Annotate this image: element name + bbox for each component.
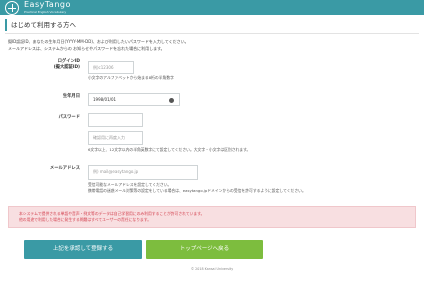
globe-logo-icon[interactable] — [5, 1, 19, 15]
login-id-label: ログインID (擬大認証ID) — [53, 59, 80, 70]
logo-subtitle: Practical English Vocabulary — [24, 10, 67, 14]
title-divider — [5, 33, 419, 34]
back-to-top-button[interactable]: トップページへ戻る — [146, 240, 263, 259]
footer-copyright: © 2018 Kansai University — [190, 267, 234, 271]
page-title: はじめて利用する方へ — [5, 19, 76, 31]
email-input[interactable]: 例) mail@easytango.jp — [88, 165, 198, 180]
birthdate-label: 生年月日 — [62, 94, 80, 99]
birthdate-input[interactable]: 1998/01/01 — [88, 93, 180, 106]
login-id-input[interactable]: 例)c12306 — [88, 61, 134, 74]
logo-text[interactable]: EasyTango — [24, 0, 71, 9]
calendar-icon[interactable] — [169, 98, 174, 103]
password-input[interactable] — [88, 113, 143, 127]
login-id-hint: 小文字のアルファベットから始まる8桁の半角数字 — [88, 75, 174, 80]
password-hint: 6文字以上、12文字以内の半角英数字にて設定してください。大文字・小文字は区別さ… — [88, 147, 251, 152]
birthdate-value: 1998/01/01 — [93, 97, 117, 102]
password-label: パスワード — [58, 115, 80, 120]
email-label: メールアドレス — [49, 166, 80, 171]
intro-line-1: 擬ID認証ID、あなたの生年月日(YYYY-MM-DD)、および利用したいパスワ… — [8, 39, 189, 44]
app-header: EasyTango Practical English Vocabulary — [0, 0, 424, 15]
intro-line-2: メールアドレスは、システムからの お知らせやパスワードを忘れた場合に利用します。 — [8, 46, 165, 51]
email-hint-2: 携帯電話の迷惑メール対策等の設定をしている場合は、easytango.jpドメイ… — [88, 188, 306, 193]
intro-text: 擬ID認証ID、あなたの生年月日(YYYY-MM-DD)、および利用したいパスワ… — [8, 38, 189, 52]
terms-alert: 本システムで提供される単語や音声・例文等のデータは自己学習用にのみ利用することが… — [8, 206, 416, 228]
alert-text: 本システムで提供される単語や音声・例文等のデータは自己学習用にのみ利用することが… — [19, 211, 204, 223]
alert-line-2: 他の用途で利用した場合に発生する問題はすべてユーザーの責任になります。 — [19, 217, 152, 222]
password-confirm-input[interactable]: 確認用に再度入力 — [88, 131, 143, 145]
register-button[interactable]: 上記を承認して登録する — [24, 240, 142, 259]
